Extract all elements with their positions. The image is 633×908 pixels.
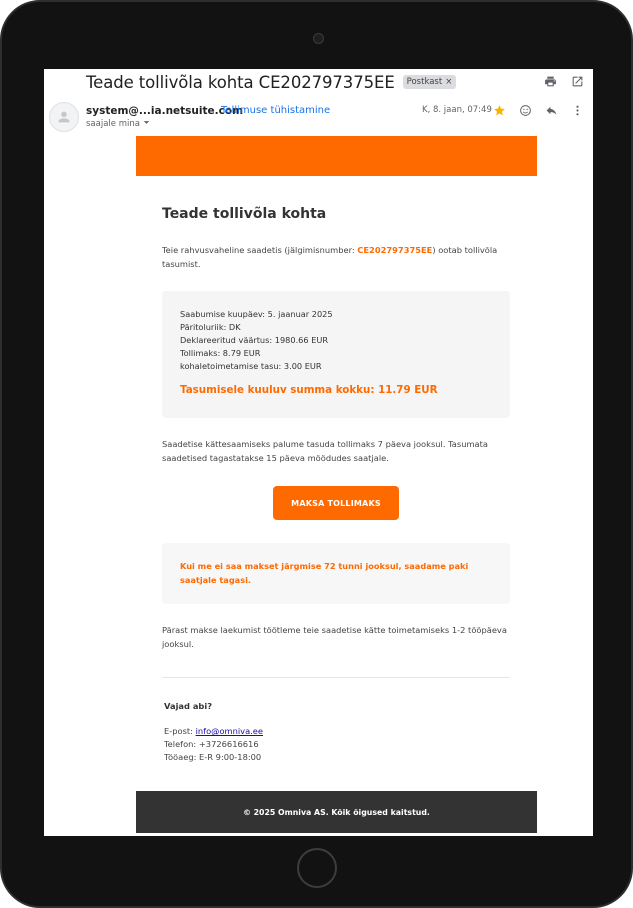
label-text: Postkast	[406, 77, 443, 87]
tracking-number: CE202797375EE	[357, 245, 433, 255]
email-header-banner	[136, 136, 537, 176]
recipient-line[interactable]: saajale mina	[86, 119, 150, 129]
support-email-link[interactable]: info@omniva.ee	[196, 726, 263, 736]
reply-icon[interactable]	[544, 103, 559, 118]
details-box: Saabumise kuupäev: 5. jaanuar 2025 Pärit…	[162, 291, 510, 418]
origin-country: Päritoluriik: DK	[180, 322, 241, 332]
email-body: Teade tollivõla kohta Teie rahvusvahelin…	[136, 136, 537, 836]
top-actions	[543, 74, 585, 89]
email-title: Teade tollivõla kohta	[162, 206, 327, 222]
more-vert-icon[interactable]	[570, 103, 585, 118]
inbox-label-chip[interactable]: Postkast ×	[402, 75, 457, 89]
total-amount: Tasumisele kuuluv summa kokku: 11.79 EUR	[180, 384, 438, 396]
message-actions	[492, 103, 585, 118]
message-date: K, 8. jaan, 07:49	[422, 105, 492, 115]
emoji-icon[interactable]	[518, 103, 533, 118]
dropdown-arrow-icon[interactable]	[143, 119, 150, 129]
contact-hours: Tööaeg: E-R 9:00-18:00	[164, 752, 262, 762]
footer-copyright: © 2025 Omniva AS. Kõik õigused kaitstud.	[243, 807, 430, 817]
unsubscribe-link[interactable]: Tellimuse tühistamine	[221, 105, 330, 116]
arrival-date: Saabumise kuupäev: 5. jaanuar 2025	[180, 309, 333, 319]
contact-email-line: E-post: info@omniva.ee	[164, 726, 263, 736]
camera-dot	[313, 33, 324, 44]
intro-before: Teie rahvusvaheline saadetis (jälgimisnu…	[162, 245, 358, 255]
open-in-new-window-icon[interactable]	[570, 74, 585, 89]
instructions-paragraph: Saadetise kättesaamiseks palume tasuda t…	[162, 439, 488, 463]
print-icon[interactable]	[543, 74, 558, 89]
help-title: Vajad abi?	[164, 701, 213, 711]
screen: Teade tollivõla kohta CE202797375EE Post…	[44, 69, 593, 836]
label-remove-icon[interactable]: ×	[445, 77, 452, 87]
email-subject: Teade tollivõla kohta CE202797375EE	[86, 72, 395, 92]
duty-amount: Tollimaks: 8.79 EUR	[180, 348, 261, 358]
after-payment-paragraph: Pärast makse laekumist töötleme teie saa…	[162, 625, 507, 649]
divider	[162, 677, 510, 678]
warning-box: Kui me ei saa makset järgmise 72 tunni j…	[162, 543, 510, 604]
intro-paragraph: Teie rahvusvaheline saadetis (jälgimisnu…	[162, 243, 502, 271]
email-footer: © 2025 Omniva AS. Kõik õigused kaitstud.	[136, 791, 537, 833]
pay-duty-button[interactable]: MAKSA TOLLIMAKS	[273, 486, 399, 520]
declared-value: Deklareeritud väärtus: 1980.66 EUR	[180, 335, 329, 345]
tablet-frame: Teade tollivõla kohta CE202797375EE Post…	[0, 0, 633, 908]
delivery-fee: kohaletoimetamise tasu: 3.00 EUR	[180, 361, 322, 371]
sender-address[interactable]: system@...ia.netsuite.com	[86, 105, 243, 117]
contact-phone: Telefon: +3726616616	[164, 739, 259, 749]
warning-text: Kui me ei saa makset järgmise 72 tunni j…	[180, 561, 469, 585]
home-button[interactable]	[297, 848, 337, 888]
avatar-person-icon[interactable]	[49, 102, 79, 132]
recipient-text: saajale mina	[86, 119, 140, 129]
email-label: E-post:	[164, 726, 196, 736]
star-icon[interactable]	[492, 103, 507, 118]
subject-row: Teade tollivõla kohta CE202797375EE Post…	[86, 69, 457, 95]
